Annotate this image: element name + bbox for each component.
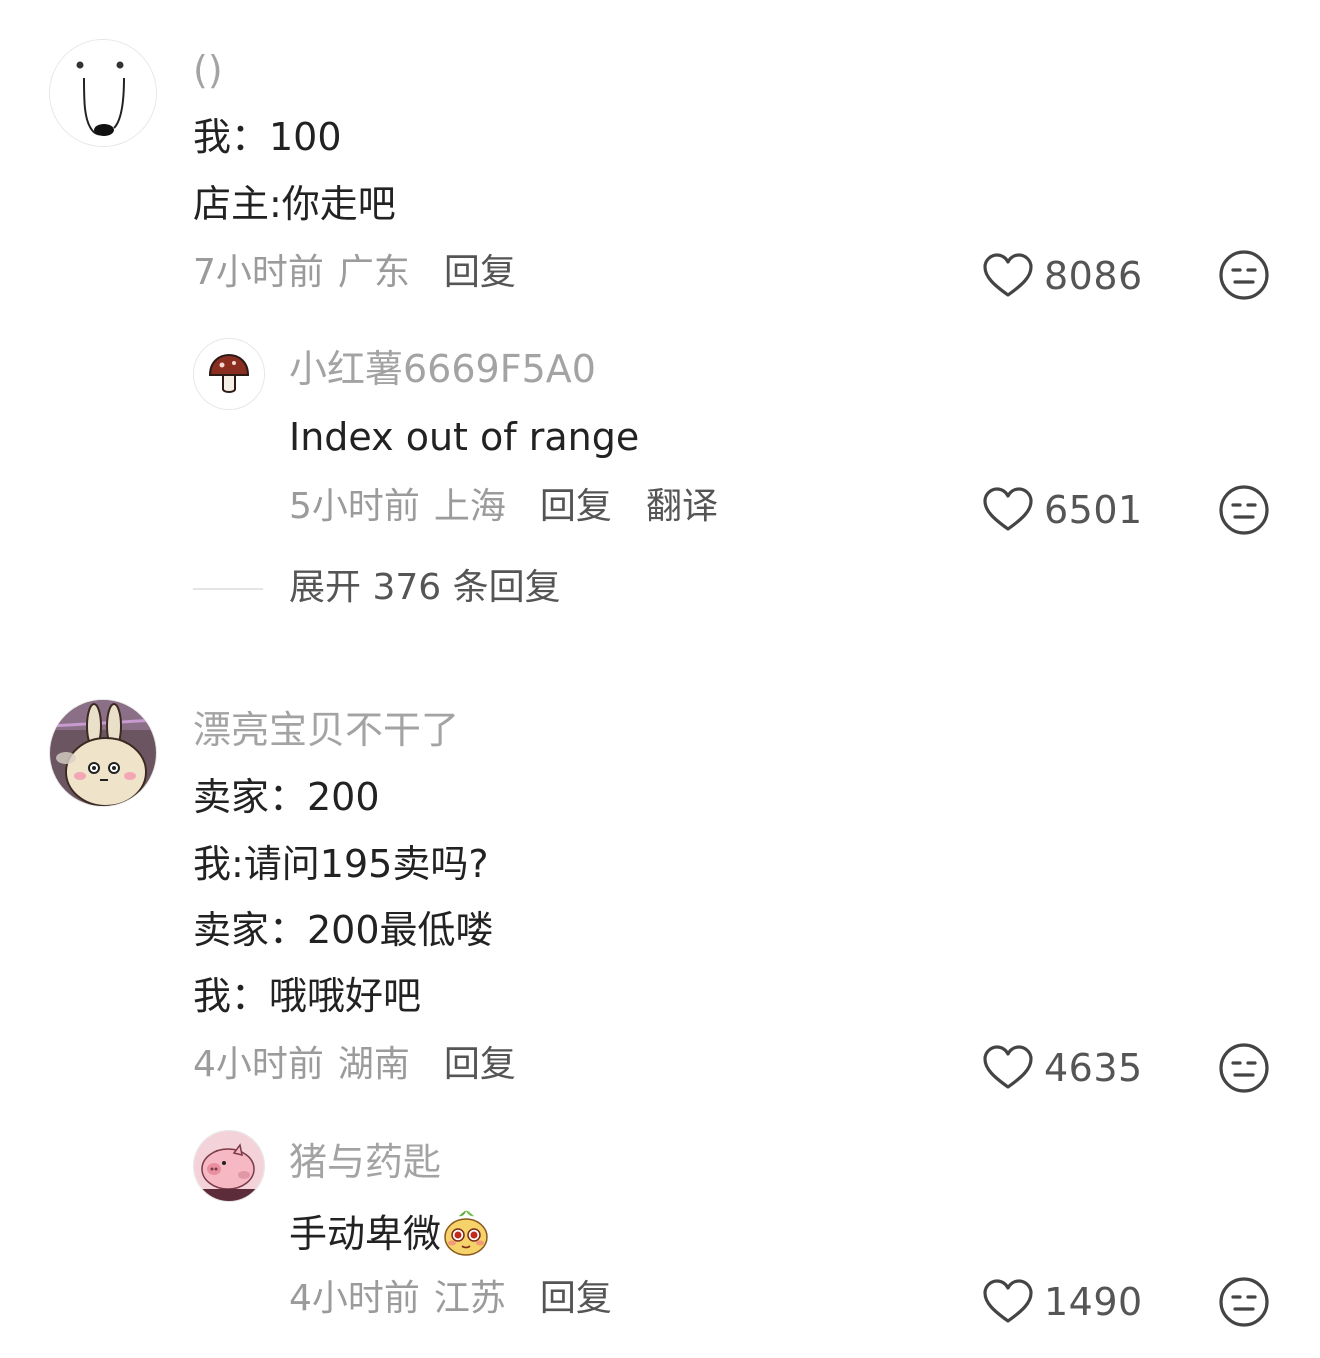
reply-time: 5小时前 [289,486,420,527]
meh-face-icon [1219,485,1269,535]
expand-divider [193,588,263,590]
comment-time: 7小时前 [193,252,324,293]
comment-text-line: 店主:你走吧 [193,182,396,226]
comment-location: 湖南 [337,1044,410,1085]
like-count: 1490 [1044,1280,1143,1324]
comment-text-line: 我：100 [193,115,342,159]
dislike-button[interactable] [1217,483,1271,537]
comment-time: 4小时前 [193,1044,324,1085]
comment-username[interactable]: 漂亮宝贝不干了 [193,708,459,752]
comment-meta: 4小时前 湖南 回复 [193,1043,516,1087]
like-button[interactable]: 6501 [982,485,1143,535]
heart-icon [983,1045,1033,1089]
reply-username[interactable]: 小红薯6669F5A0 [289,347,596,391]
like-button[interactable]: 8086 [982,251,1143,301]
dislike-button[interactable] [1217,248,1271,302]
translate-button[interactable]: 翻译 [646,486,718,527]
reply-meta: 4小时前 江苏 回复 [289,1277,612,1321]
comment-meta: 7小时前 广东 回复 [193,251,516,295]
comment-username[interactable]: () [193,48,223,92]
reply-button[interactable]: 回复 [540,1278,612,1319]
reply-text: Index out of range [289,415,640,459]
expand-replies-button[interactable]: 展开 376 条回复 [289,566,561,610]
reply-text: 手动卑微 [289,1207,491,1257]
reply-text-content: 手动卑微 [289,1212,442,1256]
meh-face-icon [1219,1277,1269,1327]
comment-text-line: 卖家：200 [193,775,380,819]
face-sketch-avatar[interactable] [49,39,157,147]
like-count: 4635 [1044,1046,1143,1090]
bunny-avatar[interactable] [49,699,157,807]
heart-icon [983,1279,1033,1323]
pleading-face-emoji [441,1207,491,1257]
heart-icon [983,253,1033,297]
meh-face-icon [1219,250,1269,300]
comment-text-line: 卖家：200最低喽 [193,908,494,952]
reply-button[interactable]: 回复 [444,1044,516,1085]
mushroom-avatar[interactable] [193,338,265,410]
like-count: 6501 [1044,488,1143,532]
comment-location: 广东 [337,252,410,293]
reply-button[interactable]: 回复 [444,252,516,293]
reply-button[interactable]: 回复 [540,486,612,527]
dislike-button[interactable] [1217,1041,1271,1095]
like-button[interactable]: 1490 [982,1277,1143,1327]
meh-face-icon [1219,1043,1269,1093]
reply-username[interactable]: 猪与药匙 [289,1140,441,1184]
like-count: 8086 [1044,254,1143,298]
comment-text-line: 我:请问195卖吗? [193,842,489,886]
reply-time: 4小时前 [289,1278,420,1319]
reply-meta: 5小时前 上海 回复 翻译 [289,485,718,529]
comment-text-line: 我：哦哦好吧 [193,974,422,1018]
heart-icon [983,487,1033,531]
like-button[interactable]: 4635 [982,1043,1143,1093]
reply-location: 上海 [433,486,506,527]
dislike-button[interactable] [1217,1275,1271,1329]
pig-avatar[interactable] [193,1130,265,1202]
reply-location: 江苏 [433,1278,506,1319]
